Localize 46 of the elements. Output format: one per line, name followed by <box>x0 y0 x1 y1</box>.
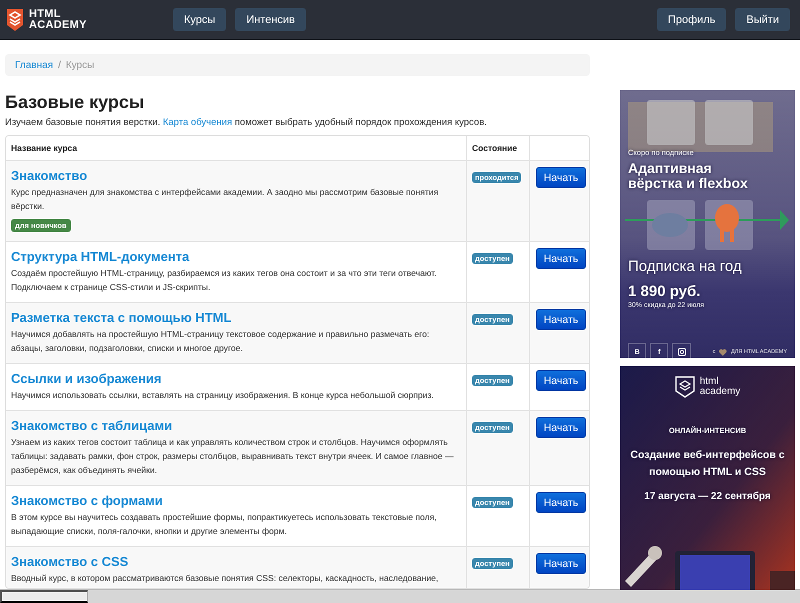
page-title: Базовые курсы <box>5 92 146 113</box>
camera-icon[interactable] <box>672 342 691 358</box>
logo-text: HTML <box>29 8 62 20</box>
account-button[interactable]: Профиль <box>656 8 726 31</box>
nav-button[interactable]: Курсы <box>173 8 226 31</box>
logo-text: ACADEMY <box>29 20 87 30</box>
start-button[interactable]: Начать <box>536 309 586 330</box>
logo-text: html <box>700 377 719 387</box>
start-button[interactable]: Начать <box>536 492 586 513</box>
banner-price: 1 890 руб. <box>628 282 702 300</box>
account-button[interactable]: Выйти <box>735 8 790 31</box>
heart-icon <box>719 348 727 356</box>
banner-offer: Подписка на год <box>628 258 743 275</box>
shield-logo-icon <box>674 376 695 398</box>
start-button[interactable]: Начать <box>536 553 586 574</box>
course-description: Курс предназначен для знакомства с интерфейсами академии. А заодно мы рассмотрим базовые понятия вёрстки. <box>11 186 440 213</box>
logo-text: academy <box>700 387 740 397</box>
course-title[interactable]: Разметка текста с помощью HTML <box>11 310 461 325</box>
logo-icon <box>7 8 23 30</box>
column-header: Название курса <box>11 142 78 155</box>
course-description: Узнаем из каких тегов состоит таблица и как управлять количеством строк и столбцов. Научимся оформлять таблицы: задавать рамки, фон строк, размеры столбцов, выравнивать текст внутри ячеек. И самое главное — разберёмся, как объединять ячейки. <box>11 436 455 477</box>
course-title[interactable]: Ссылки и изображения <box>11 371 461 386</box>
breadcrumb-separator: / <box>58 60 61 70</box>
course-description: Научимся использовать ссылки, вставлять на страницу изображения. В конце курса небольшой сюрприз. <box>11 389 435 402</box>
taskbar-button[interactable] <box>0 590 88 603</box>
course-description: Создаём простейшую HTML-страницу, разбираемся из каких тегов она состоит и за что эти теги отвечают. Подключаем к странице CSS-стили и JS-скрипты. <box>11 267 438 294</box>
breadcrumb-item[interactable]: Главная <box>15 60 54 70</box>
nav-button[interactable]: Интенсив <box>235 8 306 31</box>
start-button[interactable]: Начать <box>536 248 586 269</box>
course-title[interactable]: Знакомство с CSS <box>11 554 461 569</box>
course-description: В этом курсе вы научитесь создавать простейшие формы, попрактикуетесь использовать текстовые поля, выпадающие списки, поля-галочки, кнопки и другие элементы форм. <box>11 511 438 538</box>
column-header: Состояние <box>472 142 518 155</box>
start-button[interactable]: Начать <box>536 167 586 188</box>
start-button[interactable]: Начать <box>536 370 586 391</box>
course-description: Научимся добавлять на простейшую HTML-страницу текстовое содержание и правильно размечать его: абзацы, заголовки, подзаголовки, списки и многое другое. <box>11 328 430 355</box>
banner-dates: 17 августа — 22 сентября <box>643 491 772 502</box>
course-title[interactable]: Знакомство с формами <box>11 493 461 508</box>
start-button[interactable]: Начать <box>536 417 586 438</box>
banner-headline: Адаптивная вёрстка и flexbox <box>628 161 749 192</box>
intro-text: Изучаем базовые понятия верстки. Карта обучения поможет выбрать удобный порядок прохождения курсов. <box>5 117 488 128</box>
course-title[interactable]: Структура HTML-документа <box>11 249 461 264</box>
course-title[interactable]: Знакомство <box>11 168 461 183</box>
course-description: Вводный курс, в котором рассматриваются базовые понятия CSS: селекторы, каскадность, наследование, <box>11 572 440 585</box>
course-title[interactable]: Знакомство с таблицами <box>11 418 461 433</box>
banner-headline: Создание веб-интерфейсов с помощью HTML и CSS <box>629 448 786 480</box>
map-link[interactable]: Карта обучения <box>162 117 232 128</box>
